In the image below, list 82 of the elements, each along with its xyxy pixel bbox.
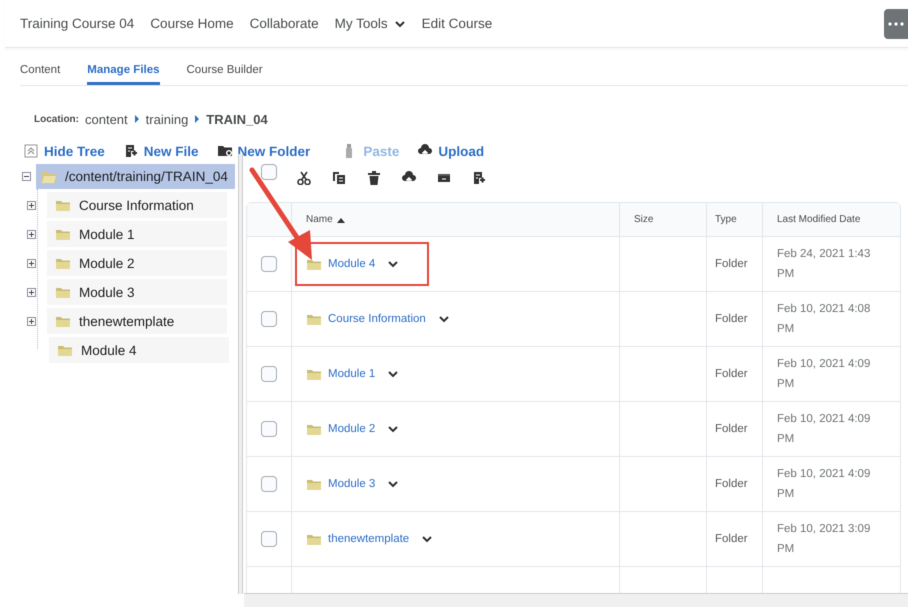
toolbar-button[interactable]: Upload [418, 144, 484, 158]
collapse-box-icon[interactable] [22, 172, 31, 181]
table-cell: Folder [707, 292, 763, 346]
location-label: Location: [34, 114, 79, 124]
file-link[interactable]: Module 3 [328, 478, 376, 490]
folder-icon [55, 198, 71, 212]
row-checkbox[interactable] [261, 476, 277, 492]
new-folder-icon [218, 144, 232, 158]
folder-icon [306, 257, 322, 271]
copy-icon[interactable] [332, 171, 346, 185]
folder-icon [57, 343, 73, 357]
nav-link[interactable]: Collaborate [250, 16, 319, 31]
table-cell-text: Feb 10, 2021 3:09 PM [776, 522, 872, 557]
column-header[interactable]: Size [620, 203, 707, 236]
collapse-icon [24, 144, 38, 158]
folder-icon [55, 256, 71, 270]
file-link[interactable]: thenewtemplate [328, 533, 410, 545]
table-cell-text: Feb 10, 2021 4:09 PM [776, 412, 872, 447]
expand-box-icon[interactable] [27, 288, 36, 296]
caret-right-icon [134, 115, 140, 123]
folder-icon [41, 170, 57, 184]
folder-icon [55, 227, 71, 241]
toolbar-button[interactable]: Hide Tree [24, 144, 105, 158]
toolbar-button[interactable]: New File [124, 144, 199, 158]
file-link[interactable]: Module 4 [328, 258, 376, 270]
expand-box-icon[interactable] [27, 200, 36, 210]
tree-item[interactable]: /content/training/TRAIN_04 [36, 164, 235, 189]
folder-icon [306, 422, 322, 436]
file-link[interactable]: Module 1 [328, 368, 376, 380]
table-cell-text: Feb 10, 2021 4:08 PM [776, 302, 872, 337]
tree-item[interactable]: Course Information [47, 192, 227, 218]
breadcrumb-link[interactable]: TRAIN_04 [206, 112, 268, 126]
folder-icon [306, 477, 322, 491]
cut-icon[interactable] [297, 171, 311, 185]
horizontal-scrollbar[interactable] [244, 593, 908, 607]
folder-icon [306, 367, 322, 381]
column-header[interactable]: Last Modified Date [763, 203, 900, 236]
table-cell: Folder [707, 237, 763, 291]
new-file-icon [124, 144, 138, 158]
more-icon [888, 22, 904, 26]
row-checkbox[interactable] [261, 311, 277, 327]
tree-item[interactable]: thenewtemplate [47, 308, 227, 334]
caret-right-icon [194, 115, 200, 123]
tab[interactable]: Course Builder [186, 58, 263, 85]
table-cell: Folder [707, 402, 763, 456]
table-cell: Folder [707, 347, 763, 401]
table-cell: Folder [707, 512, 763, 566]
nav-link[interactable]: Training Course 04 [20, 16, 134, 31]
table-cell: Folder [707, 457, 763, 511]
file-link[interactable]: Module 2 [328, 423, 376, 435]
new-file-icon[interactable] [472, 171, 486, 185]
folder-icon [55, 285, 71, 299]
row-checkbox[interactable] [261, 531, 277, 547]
expand-box-icon[interactable] [27, 316, 36, 326]
nav-link[interactable]: Course Home [150, 16, 234, 31]
breadcrumb-link[interactable]: training [146, 112, 188, 126]
row-checkbox[interactable] [261, 421, 277, 437]
nav-link[interactable]: My Tools [334, 16, 406, 31]
tree-item[interactable]: Module 1 [47, 221, 227, 247]
file-link[interactable]: Course Information [328, 313, 426, 325]
more-button[interactable] [884, 8, 908, 38]
table-cell-text: Feb 10, 2021 4:09 PM [776, 467, 872, 502]
trash-icon[interactable] [367, 171, 381, 185]
expand-box-icon[interactable] [27, 258, 36, 268]
row-checkbox[interactable] [261, 256, 277, 272]
table-cell-text: Feb 24, 2021 1:43 PM [776, 247, 872, 282]
tree-item[interactable]: Module 4 [49, 337, 229, 363]
tree-item[interactable]: Module 3 [47, 279, 227, 305]
select-all-checkbox[interactable] [261, 164, 277, 180]
breadcrumb-link[interactable]: content [85, 112, 128, 126]
table-cell-text: Feb 10, 2021 4:09 PM [776, 357, 872, 392]
tree-item[interactable]: Module 2 [47, 250, 227, 276]
expand-box-icon[interactable] [27, 230, 36, 238]
column-header[interactable]: Type [707, 203, 763, 236]
tab[interactable]: Manage Files [87, 58, 160, 85]
row-checkbox[interactable] [261, 366, 277, 382]
tab[interactable]: Content [20, 58, 60, 85]
nav-link[interactable]: Edit Course [422, 16, 492, 31]
folder-icon [306, 312, 322, 326]
folder-icon [306, 532, 322, 546]
folder-icon [55, 314, 71, 328]
archive-icon[interactable] [437, 171, 451, 185]
